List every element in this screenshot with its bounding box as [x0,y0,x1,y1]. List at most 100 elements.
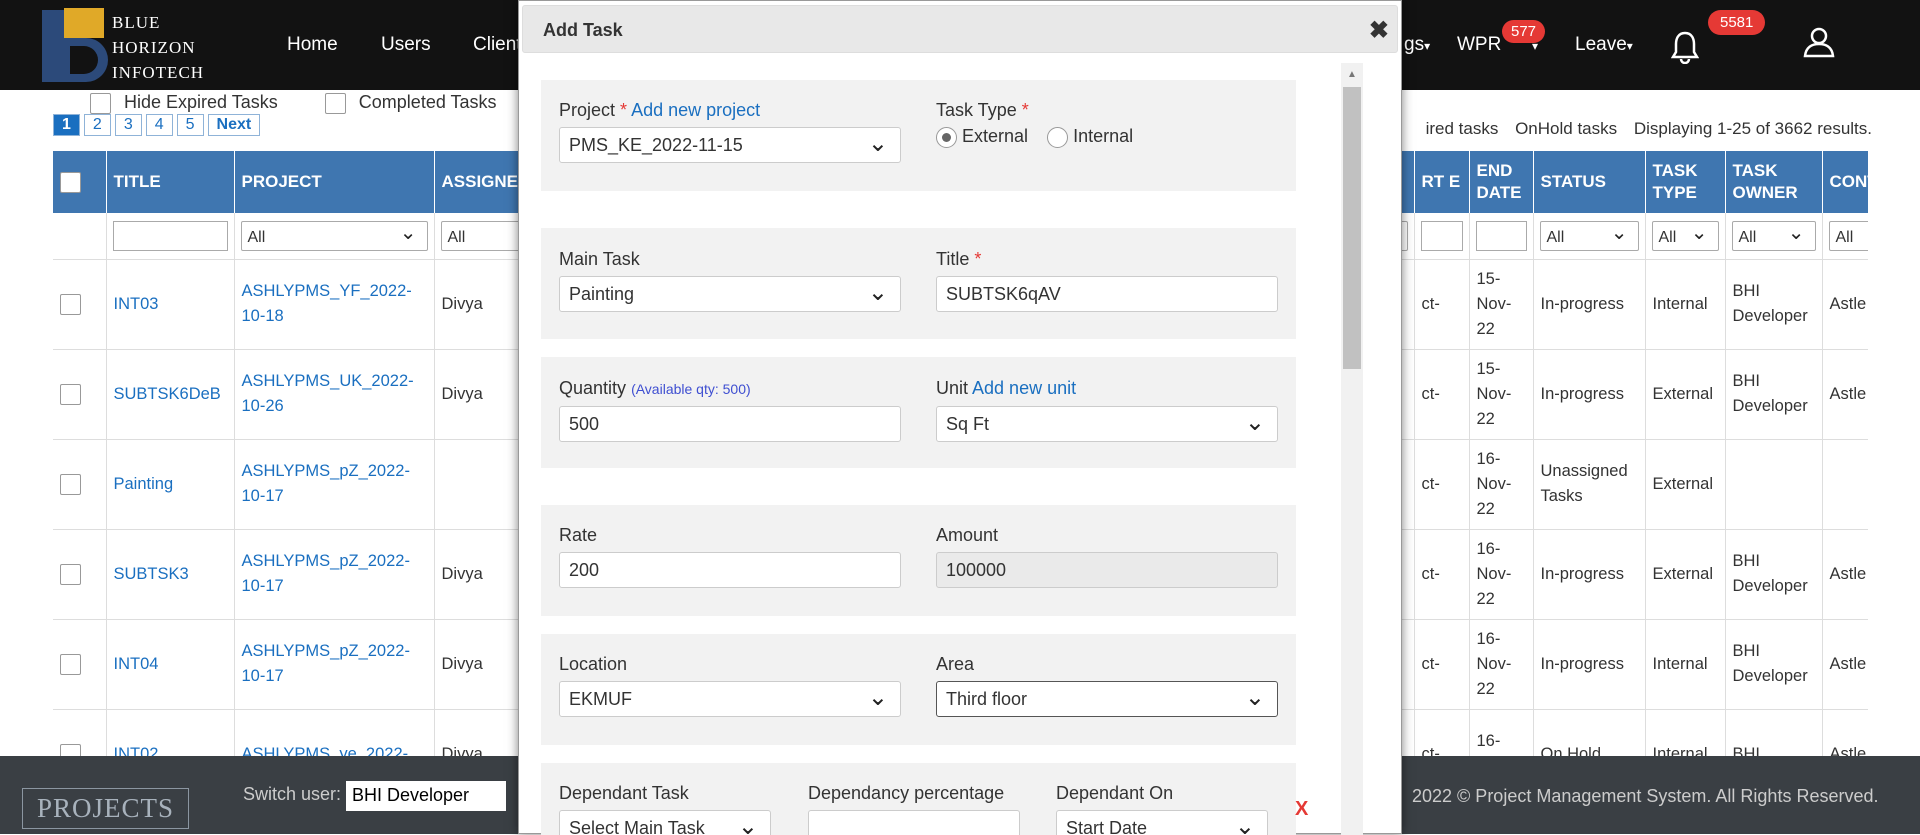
dependant-task-label: Dependant Task [559,783,689,803]
remove-dependency-button[interactable]: X [1295,798,1308,821]
quantity-input[interactable]: 500 [559,406,901,442]
status: In-progress [1540,564,1624,583]
task-title-link[interactable]: Painting [114,475,174,493]
nav-leave[interactable]: Leave▾ [1575,34,1633,56]
row-checkbox[interactable] [60,563,81,585]
end-date: 16-Nov-22 [1476,629,1512,698]
contractor-filter-select[interactable]: All [1828,220,1868,251]
row-checkbox[interactable] [60,293,81,315]
row-checkbox[interactable] [60,383,81,405]
location-select[interactable]: EKMUF [559,681,901,717]
page-3-link[interactable]: 3 [114,114,142,136]
completed-checkbox[interactable] [324,92,346,114]
project-link[interactable]: ASHLYPMS_YF_2022-10-18 [242,282,412,325]
col-contractor[interactable]: CONTRAC [1822,151,1868,213]
col-end-date[interactable]: END DATE [1469,151,1534,213]
page-5-link[interactable]: 5 [176,114,204,136]
task-title-link[interactable]: INT04 [114,655,159,673]
col-task-type[interactable]: TASK TYPE [1645,151,1726,213]
page-2-link[interactable]: 2 [83,114,111,136]
task-type: External [1652,564,1714,583]
project-link[interactable]: ASHLYPMS_pZ_2022-10-17 [242,462,410,505]
switch-user-input[interactable]: BHI Developer [346,781,506,811]
row-checkbox[interactable] [60,653,81,675]
title-filter-input[interactable] [112,220,228,251]
task-title-link[interactable]: SUBTSK6DeB [114,385,221,403]
unit-select[interactable]: Sq Ft [936,406,1278,442]
main-task-select[interactable]: Painting [559,276,901,312]
nav-settings[interactable]: gs▾ [1404,34,1430,56]
area-select[interactable]: Third floor [936,681,1278,717]
task-owner: BHI Developer [1732,282,1808,325]
task-type: Internal [1652,744,1708,757]
start-date: ct- [1421,564,1440,583]
start-filter-input[interactable] [1420,220,1463,251]
location-label: Location [559,654,628,674]
project-link[interactable]: ASHLYPMS_ye_2022- [242,745,409,757]
select-all-checkbox[interactable] [60,172,81,193]
modal-body: Project * Add new project PMS_KE_2022-11… [541,63,1357,835]
start-date: ct- [1421,654,1440,673]
task-title-link[interactable]: INT02 [114,745,159,757]
task-type-filter-select[interactable]: All [1651,220,1719,251]
scrollbar-thumb[interactable] [1343,87,1361,369]
bell-icon[interactable] [1671,30,1699,64]
add-project-link[interactable]: Add new project [631,100,760,120]
scroll-up-icon[interactable]: ▲ [1347,69,1357,80]
end-date: 15-Nov-22 [1476,359,1512,428]
col-status[interactable]: STATUS [1533,151,1646,213]
row-checkbox[interactable] [60,473,81,495]
page-4-link[interactable]: 4 [145,114,173,136]
project-link[interactable]: ASHLYPMS_pZ_2022-10-17 [242,642,410,685]
area-label: Area [936,654,975,674]
project-link[interactable]: ASHLYPMS_pZ_2022-10-17 [242,552,410,595]
brand-logo[interactable]: BLUE HORIZON INFOTECH [40,6,220,86]
hide-expired-checkbox[interactable] [90,92,111,114]
start-date: ct- [1421,384,1440,403]
modal-scrollbar[interactable]: ▲ [1341,63,1363,835]
status: On Hold [1540,744,1602,757]
project-link[interactable]: ASHLYPMS_UK_2022-10-26 [242,372,414,415]
expired-tasks-link[interactable]: ired tasks [1426,119,1499,138]
next-page-link[interactable]: Next [207,114,261,136]
quantity-section: Quantity (Available qty: 500) 500 Unit A… [541,357,1296,468]
select-all-header [53,151,107,213]
onhold-tasks-link[interactable]: OnHold tasks [1515,119,1617,138]
dependancy-percentage-input[interactable] [808,810,1020,835]
dependant-task-select[interactable]: Select Main Task [559,810,771,835]
quantity-label: Quantity (Available qty: 500) [559,378,751,398]
title-input[interactable]: SUBTSK6qAV [936,276,1278,312]
status-filter-select[interactable]: All [1539,220,1639,251]
task-owner: BHI Developer [1732,552,1808,595]
close-icon[interactable]: ✖ [1369,16,1389,45]
page-1-link[interactable]: 1 [53,114,80,136]
dependant-on-select[interactable]: Start Date [1056,810,1268,835]
end-date-filter-input[interactable] [1475,220,1527,251]
nav-users[interactable]: Users [381,34,431,56]
user-icon[interactable] [1803,26,1835,58]
task-type: Internal [1652,294,1708,313]
task-type: Internal [1652,654,1708,673]
rate-input[interactable]: 200 [559,552,901,588]
completed-label: Completed Tasks [358,92,497,112]
dependant-on-label: Dependant On [1056,783,1174,803]
add-task-modal: Add Task ✖ Project * Add new project PMS… [518,0,1402,835]
col-title[interactable]: TITLE [106,151,235,213]
row-checkbox[interactable] [60,743,81,756]
project-filter-select[interactable]: All [240,220,428,251]
nav-wpr[interactable]: WPR [1457,34,1501,56]
col-start[interactable]: RT E [1414,151,1470,213]
internal-radio[interactable] [1047,126,1069,148]
assigned-to: Divya [441,744,483,757]
main-task-section: Main Task Painting Title * SUBTSK6qAV [541,228,1296,339]
owner-filter-select[interactable]: All [1731,220,1816,251]
task-title-link[interactable]: INT03 [114,295,159,313]
add-unit-link[interactable]: Add new unit [972,378,1076,398]
nav-home[interactable]: Home [287,34,338,56]
col-task-owner[interactable]: TASK OWNER [1725,151,1823,213]
brand-name: BLUE HORIZON INFOTECH [112,13,205,82]
task-title-link[interactable]: SUBTSK3 [114,565,189,583]
col-project[interactable]: PROJECT [234,151,435,213]
external-radio[interactable] [936,126,957,148]
project-select[interactable]: PMS_KE_2022-11-15 [559,127,901,163]
